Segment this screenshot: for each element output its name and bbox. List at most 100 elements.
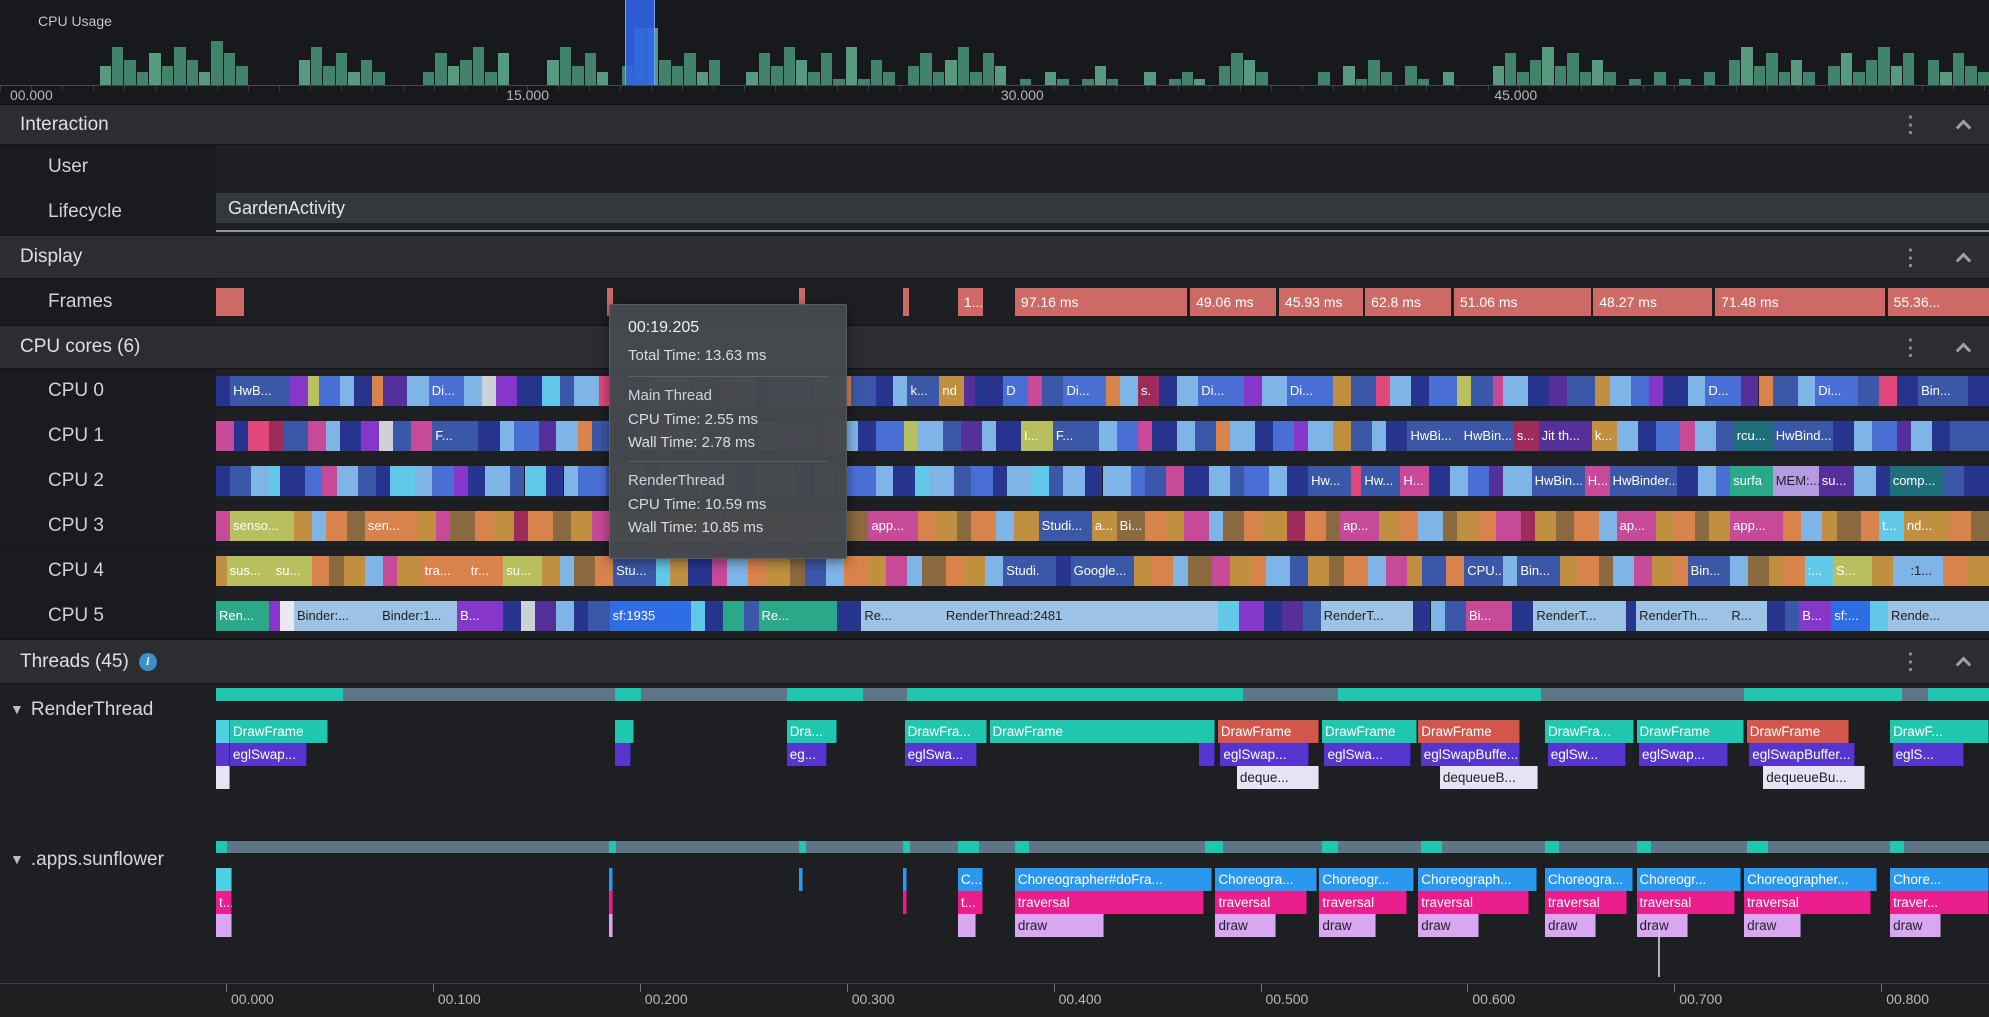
trace-segment[interactable]: Di... (1063, 376, 1107, 406)
trace-segment[interactable] (1137, 421, 1153, 451)
trace-segment[interactable] (1244, 376, 1263, 406)
trace-segment[interactable]: sf:1935 (609, 601, 692, 631)
trace-segment[interactable] (1503, 376, 1528, 406)
trace-segment[interactable] (453, 466, 468, 496)
cpu-2-track[interactable]: Hw... Hw... H... HwBin... H... HwBinder... sur… (216, 466, 1989, 496)
trace-segment[interactable] (1208, 466, 1231, 496)
trace-segment[interactable] (432, 466, 454, 496)
trace-segment[interactable] (1478, 511, 1497, 541)
trace-segment[interactable] (914, 466, 929, 496)
kebab-menu-icon[interactable]: ⋮ (1899, 335, 1922, 359)
trace-segment[interactable] (329, 556, 344, 586)
trace-segment[interactable] (478, 421, 500, 451)
trace-segment[interactable]: HwBin... (1460, 421, 1514, 451)
trace-segment[interactable]: sf:... (1831, 601, 1871, 631)
trace-segment[interactable]: Ren... (216, 601, 270, 631)
trace-segment[interactable] (1797, 376, 1816, 406)
trace-segment[interactable]: Rende... (1887, 601, 1989, 631)
trace-segment[interactable]: eglSwap... (230, 743, 308, 766)
trace-segment[interactable] (1609, 376, 1631, 406)
trace-segment[interactable] (1368, 556, 1387, 586)
trace-segment[interactable] (216, 288, 244, 316)
kebab-menu-icon[interactable]: ⋮ (1899, 113, 1922, 136)
trace-segment[interactable]: S... (1832, 556, 1872, 586)
trace-segment[interactable] (1942, 466, 1965, 496)
trace-segment[interactable] (528, 511, 553, 541)
trace-segment[interactable] (1098, 421, 1117, 451)
trace-segment[interactable] (1350, 376, 1376, 406)
trace-segment[interactable] (615, 743, 631, 766)
trace-segment[interactable]: draw (1215, 914, 1276, 937)
trace-segment[interactable] (216, 743, 230, 766)
trace-segment[interactable] (311, 511, 326, 541)
trace-segment[interactable]: 62.8 ms (1365, 288, 1452, 316)
trace-segment[interactable] (836, 601, 862, 631)
trace-segment[interactable]: Jit th... (1538, 421, 1592, 451)
trace-segment[interactable] (1896, 421, 1911, 451)
renderthread-trace-row-1[interactable]: DrawFrame Dra... DrawFra... DrawFrame DrawFr… (216, 720, 1989, 743)
trace-segment[interactable]: 51.06 ms (1453, 288, 1591, 316)
thread-label-renderthread[interactable]: ▼ RenderThread (10, 699, 153, 721)
trace-segment[interactable] (216, 511, 231, 541)
trace-segment[interactable] (946, 556, 965, 586)
trace-segment[interactable] (1471, 376, 1493, 406)
trace-segment[interactable] (850, 376, 876, 406)
trace-segment[interactable] (790, 556, 805, 586)
cpu-0-track[interactable]: HwB... Di... k... nd D Di... s. Di... Di... D... D… (216, 376, 1989, 406)
trace-segment[interactable]: k... (1591, 421, 1617, 451)
track-row-cpu-4[interactable]: CPU 4 sus... su... tra... tr... su... Stu... S… (0, 549, 1989, 594)
trace-segment[interactable]: draw (1014, 914, 1104, 937)
trace-segment[interactable]: 48.27 ms (1593, 288, 1713, 316)
trace-segment[interactable] (499, 421, 514, 451)
trace-segment[interactable] (1239, 601, 1264, 631)
trace-segment[interactable] (609, 841, 617, 853)
trace-segment[interactable] (1556, 511, 1575, 541)
chevron-up-icon[interactable] (1955, 342, 1972, 358)
trace-segment[interactable] (1512, 601, 1534, 631)
trace-segment[interactable] (1444, 601, 1466, 631)
trace-segment[interactable] (1152, 556, 1174, 586)
trace-segment[interactable]: nd (939, 376, 965, 406)
trace-segment[interactable]: su... (272, 556, 312, 586)
trace-segment[interactable] (1159, 376, 1177, 406)
trace-segment[interactable]: Binder:... (294, 601, 380, 631)
trace-segment[interactable]: tra... (421, 556, 468, 586)
trace-segment[interactable] (1428, 466, 1450, 496)
track-row-cpu-3[interactable]: CPU 3 senso... sen... app... Studi... a... Bi… (0, 504, 1989, 549)
trace-segment[interactable] (1783, 511, 1802, 541)
trace-segment[interactable] (1411, 376, 1429, 406)
trace-segment[interactable] (216, 868, 233, 891)
trace-segment[interactable] (570, 511, 592, 541)
trace-segment[interactable] (375, 466, 390, 496)
trace-segment[interactable]: DrawF... (1890, 720, 1989, 743)
trace-segment[interactable] (496, 376, 518, 406)
trace-segment[interactable] (1574, 511, 1599, 541)
trace-segment[interactable] (1412, 601, 1431, 631)
trace-segment[interactable] (1265, 556, 1291, 586)
trace-segment[interactable] (1208, 511, 1224, 541)
section-header-interaction[interactable]: Interaction ⋮ (0, 105, 1989, 145)
trace-segment[interactable] (535, 601, 557, 631)
trace-segment[interactable] (1262, 511, 1287, 541)
frames-track[interactable]: 1... 97.16 ms 49.06 ms 45.93 ms 62.8 ms 51.06… (216, 288, 1989, 316)
trace-segment[interactable] (1031, 466, 1050, 496)
trace-segment[interactable] (361, 421, 380, 451)
trace-segment[interactable] (216, 841, 227, 853)
trace-segment[interactable]: draw (1418, 914, 1479, 937)
trace-segment[interactable] (510, 466, 525, 496)
trace-segment[interactable] (1230, 421, 1255, 451)
trace-segment[interactable] (1971, 511, 1989, 541)
trace-segment[interactable]: 55.36... (1887, 288, 1989, 316)
trace-segment[interactable] (1857, 376, 1880, 406)
thread-label-apps-sunflower[interactable]: ▼ .apps.sunflower (10, 849, 164, 871)
kebab-menu-icon[interactable]: ⋮ (1899, 245, 1922, 269)
trace-segment[interactable]: Choreograph... (1418, 868, 1538, 891)
trace-segment[interactable]: eglSwap... (1220, 743, 1310, 766)
trace-segment[interactable] (577, 466, 607, 496)
trace-segment[interactable]: dequeueB... (1439, 766, 1538, 789)
trace-segment[interactable] (1145, 511, 1167, 541)
trace-segment[interactable] (964, 556, 986, 586)
trace-segment[interactable]: :1... (1907, 556, 1943, 586)
trace-segment[interactable] (481, 376, 497, 406)
trace-segment[interactable] (960, 421, 982, 451)
